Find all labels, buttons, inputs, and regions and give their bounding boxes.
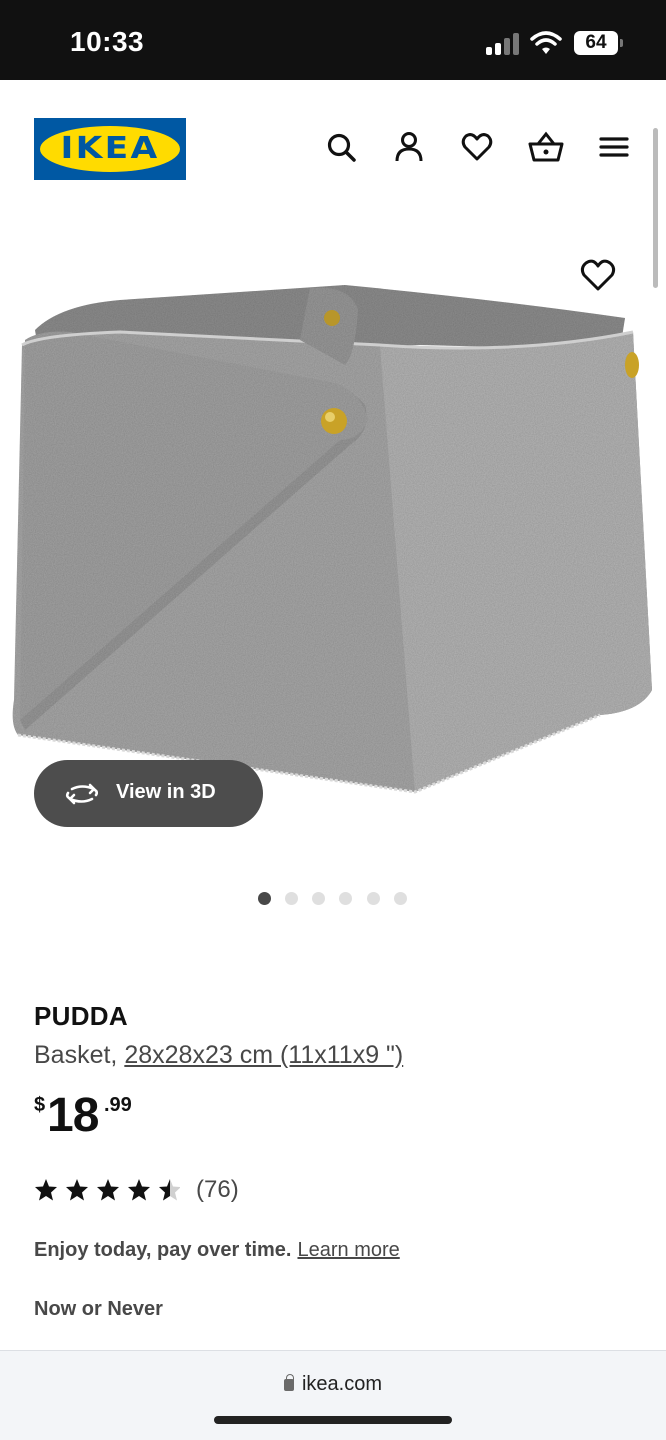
cellular-signal-icon [486,33,522,55]
url-text: ikea.com [301,1373,383,1395]
menu-icon[interactable] [598,130,630,164]
gallery-dot[interactable] [339,892,352,905]
promo-label: Now or Never [34,1298,163,1320]
gallery-dot[interactable] [285,892,298,905]
price-whole: 18 [47,1089,99,1142]
product-dimensions-link[interactable]: 28x28x23 cm (11x11x9 ") [124,1041,403,1069]
product-name: PUDDA [34,1001,128,1031]
rotate-3d-icon [65,783,99,805]
search-icon[interactable] [325,130,357,164]
ikea-logo[interactable]: IKEA [34,118,186,180]
gallery-dot[interactable] [258,892,271,905]
price-decimal: .99 [104,1094,132,1116]
gallery-dot[interactable] [394,892,407,905]
product-rating[interactable]: (76) [34,1176,334,1204]
favorite-heart-icon[interactable] [578,255,618,295]
home-indicator[interactable] [214,1416,452,1424]
wifi-icon [530,31,562,54]
product-description: Basket, 28x28x23 cm (11x11x9 ") [34,1041,403,1070]
gallery-dot[interactable] [312,892,325,905]
view-in-3d-button[interactable]: View in 3D [34,760,263,827]
financing-text: Enjoy today, pay over time. [34,1239,292,1261]
rating-stars-icon [35,1179,180,1201]
battery-nub [620,39,623,47]
view-in-3d-label: View in 3D [116,781,216,803]
rating-count: (76) [196,1176,239,1203]
status-bar: 10:33 64 [0,0,666,80]
financing-row: Enjoy today, pay over time. Learn more [34,1239,400,1262]
cart-icon[interactable] [528,130,564,164]
product-type: Basket, [34,1041,125,1069]
logo-text: IKEA [60,131,160,166]
account-icon[interactable] [393,130,425,164]
site-header: IKEA [0,80,666,210]
learn-more-link[interactable]: Learn more [297,1239,399,1261]
product-image[interactable] [0,210,666,850]
gallery-dot[interactable] [367,892,380,905]
status-time: 10:33 [70,26,145,57]
price-currency: $ [34,1094,46,1116]
lock-icon [283,1374,294,1391]
browser-address-bar[interactable]: ikea.com [0,1350,666,1440]
favorites-icon[interactable] [461,130,493,164]
battery-indicator: 64 [574,31,618,55]
url-display[interactable]: ikea.com [0,1373,666,1396]
